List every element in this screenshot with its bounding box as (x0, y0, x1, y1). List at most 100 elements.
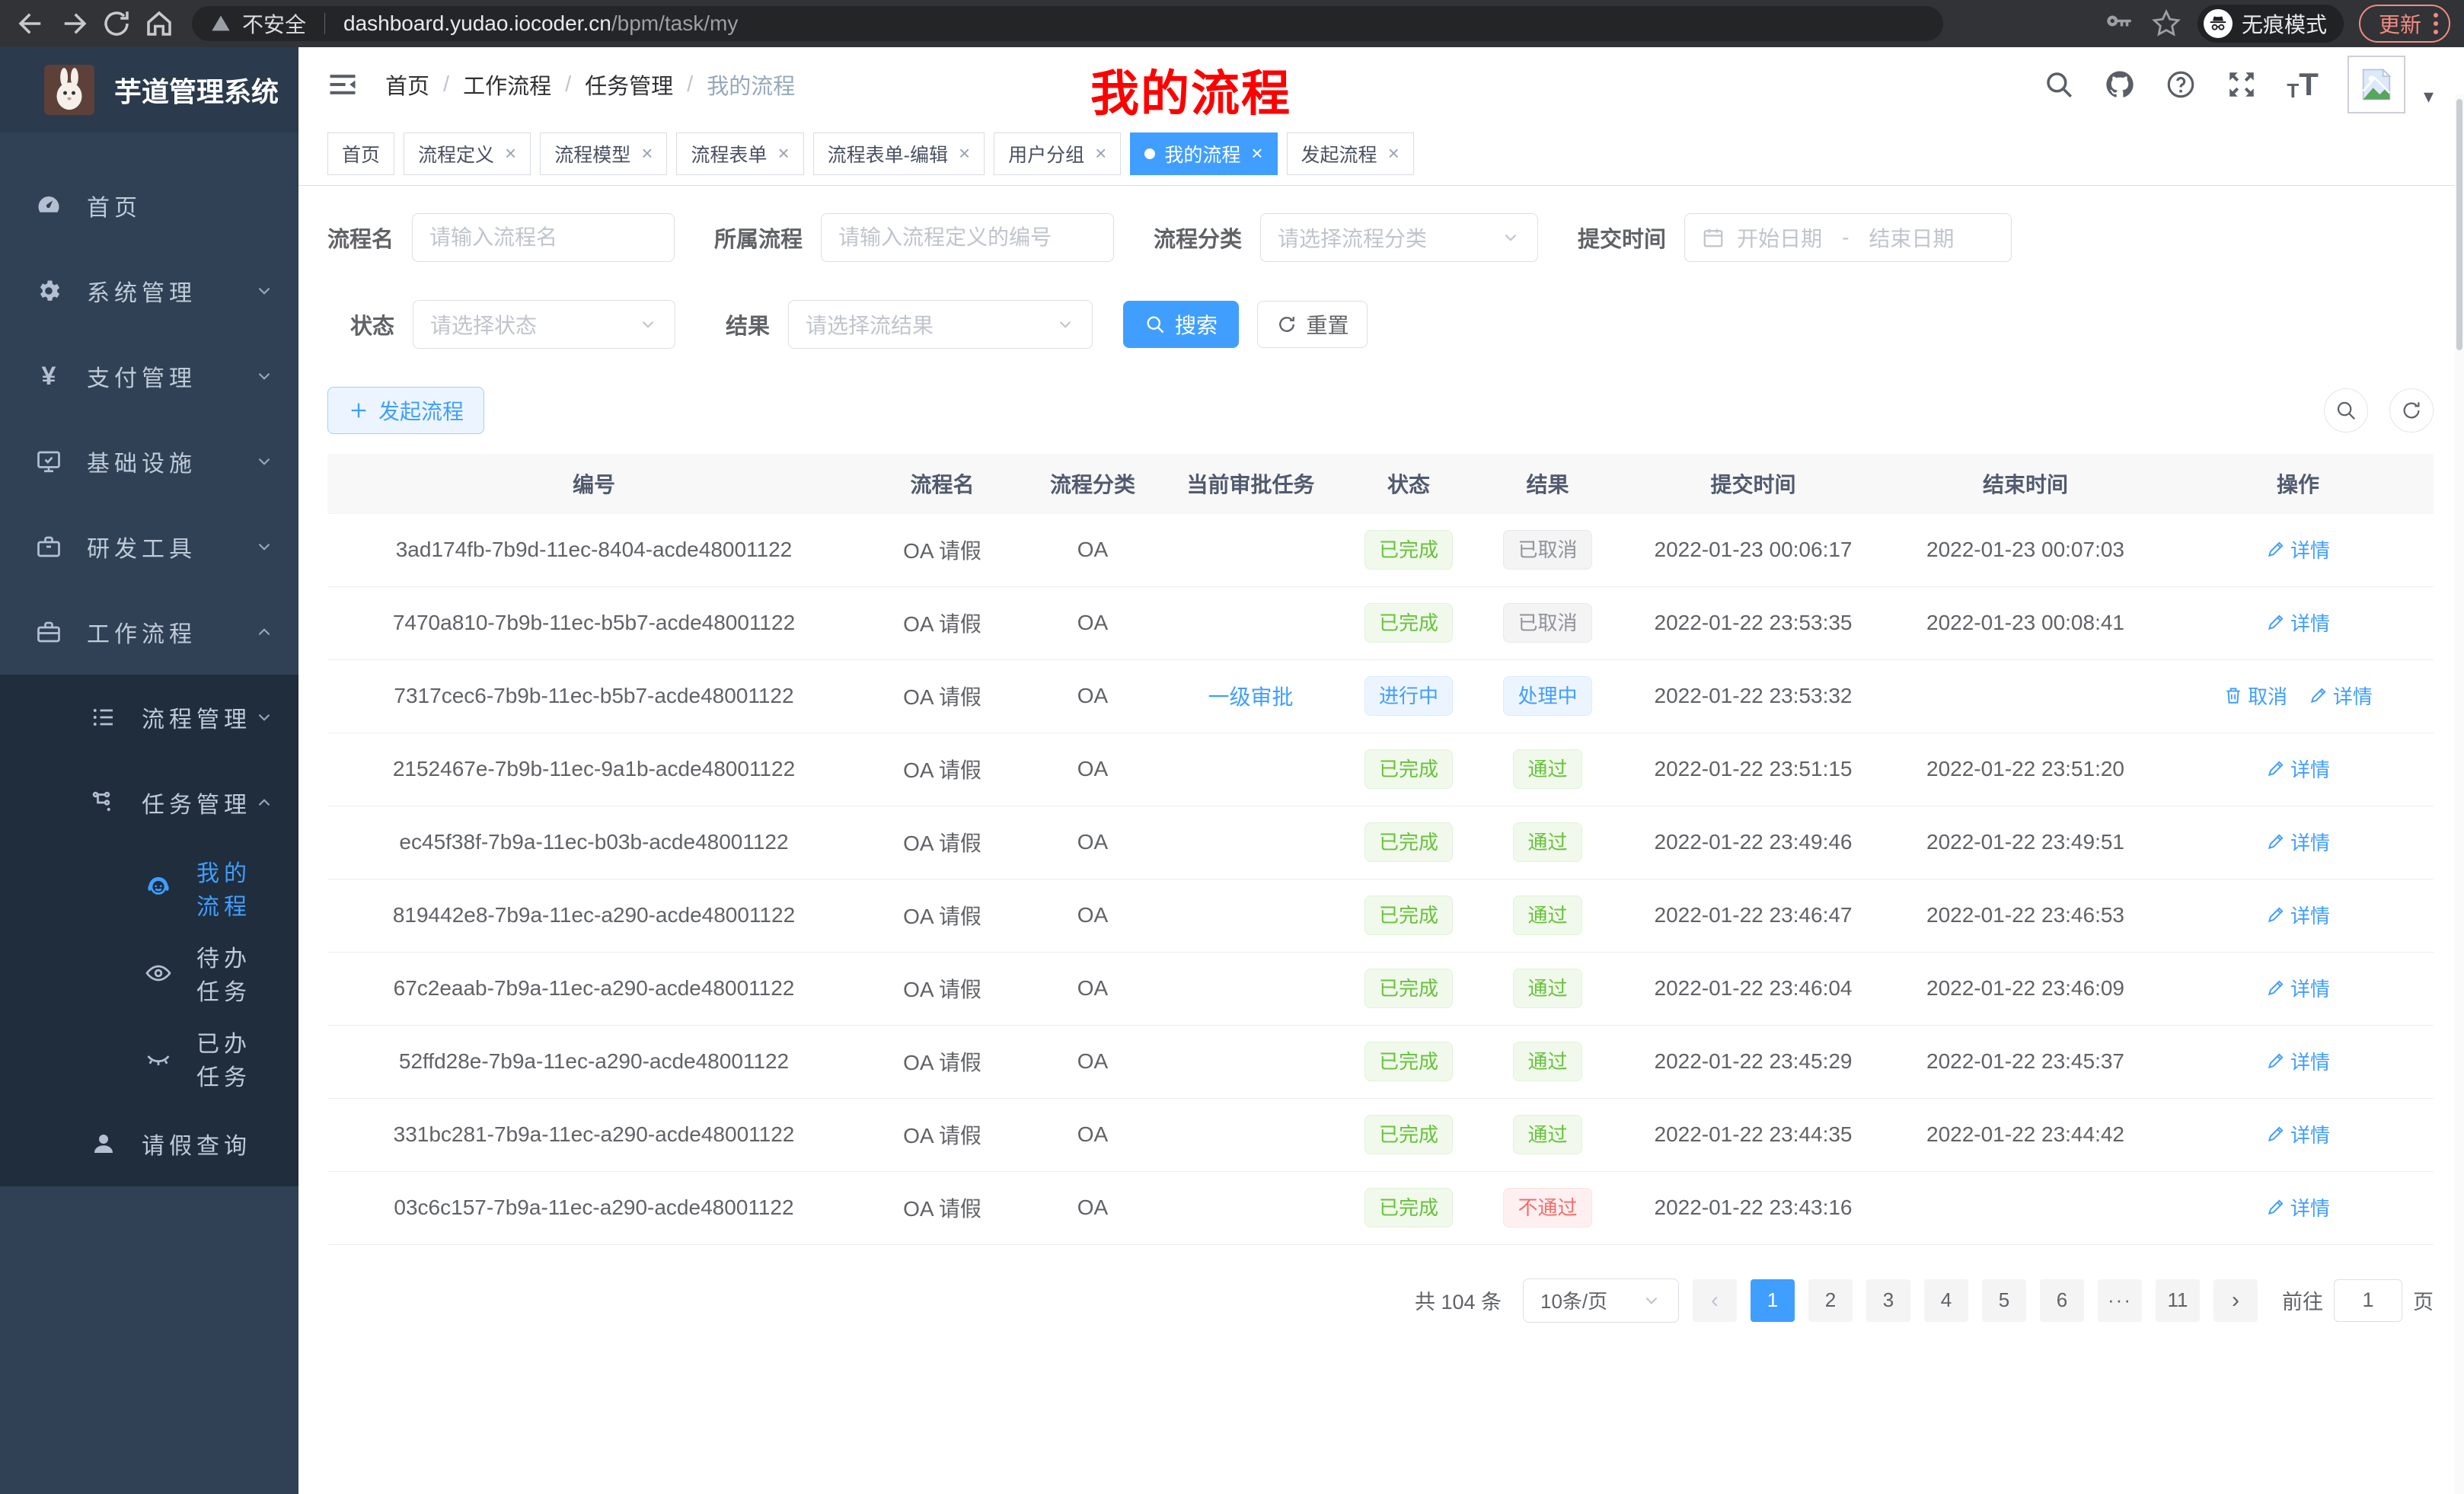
view-tab[interactable]: 流程表单 × (676, 132, 803, 175)
breadcrumb-home[interactable]: 首页 (385, 69, 429, 101)
help-icon[interactable] (2165, 69, 2197, 101)
browser-reload-button[interactable] (99, 6, 134, 41)
fullscreen-icon[interactable] (2226, 69, 2258, 101)
sidebar-item-workflow[interactable]: 工作流程 (0, 589, 298, 675)
sidebar-item-label: 我的流程 (196, 854, 274, 921)
sidebar-item-todo-tasks[interactable]: 待办任务 (0, 931, 298, 1016)
result-badge: 通过 (1513, 1115, 1581, 1154)
page-number-button[interactable]: 2 (1808, 1279, 1853, 1322)
browser-forward-button[interactable] (56, 6, 91, 41)
detail-action-link[interactable]: 详情 (2309, 682, 2373, 710)
table-column-header: 提交时间 (1618, 454, 1888, 513)
view-tab[interactable]: 我的流程 × (1130, 132, 1277, 175)
detail-action-link[interactable]: 详情 (2266, 1047, 2330, 1075)
detail-action-link[interactable]: 详情 (2266, 901, 2330, 929)
submit-time-range[interactable]: 开始日期 - 结束日期 (1684, 213, 2012, 262)
font-size-icon[interactable]: TT (2287, 66, 2319, 103)
process-name-input-wrap (412, 213, 675, 262)
detail-action-link[interactable]: 详情 (2266, 828, 2330, 856)
avatar[interactable] (2348, 56, 2405, 113)
view-tab[interactable]: 首页 × (327, 132, 394, 175)
tab-close-icon[interactable]: × (777, 142, 789, 165)
sidebar-item-payment[interactable]: ¥ 支付管理 (0, 334, 298, 419)
goto-page-input[interactable] (2334, 1279, 2402, 1322)
view-tab[interactable]: 流程定义 × (404, 132, 531, 175)
sidebar-item-my-process[interactable]: 我的流程 (0, 845, 298, 931)
avatar-caret-icon[interactable]: ▾ (2424, 85, 2434, 108)
table-row: 819442e8-7b9a-11ec-a290-acde48001122 OA … (327, 879, 2434, 952)
bookmark-star-icon[interactable] (2150, 8, 2182, 40)
page-size-select[interactable]: 10条/页 (1523, 1279, 1679, 1323)
detail-action-link[interactable]: 详情 (2266, 535, 2330, 563)
range-separator: - (1842, 225, 1849, 250)
process-def-input[interactable] (838, 225, 1096, 250)
result-select[interactable]: 请选择流结果 (788, 300, 1093, 349)
page-number-button[interactable]: 4 (1924, 1279, 1968, 1322)
sidebar-item-process-mgmt[interactable]: 流程管理 (0, 675, 298, 760)
tab-close-icon[interactable]: × (505, 142, 516, 165)
view-tab[interactable]: 用户分组 × (994, 132, 1121, 175)
process-id-cell: 7317cec6-7b9b-11ec-b5b7-acde48001122 (327, 659, 860, 733)
page-number-button[interactable]: 3 (1866, 1279, 1910, 1322)
scrollbar-thumb[interactable] (2456, 99, 2462, 350)
tab-close-icon[interactable]: × (1251, 142, 1262, 165)
breadcrumb-workflow[interactable]: 工作流程 (463, 69, 551, 101)
end-time-cell: 2022-01-22 23:44:42 (1888, 1098, 2162, 1171)
detail-action-link[interactable]: 详情 (2266, 755, 2330, 783)
kebab-menu-icon[interactable] (2434, 13, 2438, 34)
tab-close-icon[interactable]: × (641, 142, 653, 165)
status-select[interactable]: 请选择状态 (413, 300, 675, 349)
browser-back-button[interactable] (14, 6, 49, 41)
tab-close-icon[interactable]: × (1388, 142, 1400, 165)
breadcrumb-task-mgmt[interactable]: 任务管理 (585, 69, 673, 101)
page-number-button[interactable]: 6 (2040, 1279, 2084, 1322)
page-number-button[interactable]: 5 (1982, 1279, 2026, 1322)
sidebar-collapse-icon[interactable] (326, 68, 359, 101)
current-task-link[interactable]: 一级审批 (1208, 685, 1293, 709)
sidebar-item-done-tasks[interactable]: 已办任务 (0, 1016, 298, 1101)
sidebar-item-leave-query[interactable]: 请假查询 (0, 1101, 298, 1186)
search-button[interactable]: 搜索 (1123, 301, 1239, 348)
sidebar-item-devtools[interactable]: 研发工具 (0, 504, 298, 589)
toggle-search-button[interactable] (2324, 388, 2368, 433)
view-tab[interactable]: 流程表单-编辑 × (813, 132, 985, 175)
result-badge: 已取消 (1503, 603, 1591, 643)
page-number-button[interactable]: 11 (2156, 1279, 2200, 1322)
tab-close-icon[interactable]: × (959, 142, 970, 165)
page-size-value: 10条/页 (1540, 1286, 1607, 1314)
actions-cell: 取消 详情 (2162, 659, 2434, 733)
browser-home-button[interactable] (142, 6, 177, 41)
create-process-button[interactable]: 发起流程 (327, 387, 484, 434)
logo-row[interactable]: 芋道管理系统 (0, 47, 298, 132)
github-icon[interactable] (2104, 69, 2136, 101)
start-date-placeholder[interactable]: 开始日期 (1737, 222, 1822, 253)
view-tab[interactable]: 流程模型 × (540, 132, 667, 175)
sidebar-item-infra[interactable]: 基础设施 (0, 419, 298, 504)
prev-page-button[interactable]: ‹ (1693, 1279, 1737, 1322)
sidebar-item-task-mgmt[interactable]: 任务管理 (0, 760, 298, 845)
detail-action-link[interactable]: 详情 (2266, 1120, 2330, 1148)
detail-action-link[interactable]: 详情 (2266, 974, 2330, 1002)
search-icon[interactable] (2043, 69, 2075, 101)
sidebar-item-home[interactable]: 首页 (0, 163, 298, 248)
cancel-action-link[interactable]: 取消 (2223, 682, 2287, 710)
status-badge: 已完成 (1364, 530, 1453, 570)
page-number-button[interactable]: 1 (1751, 1279, 1795, 1322)
browser-update-button[interactable]: 更新 (2359, 5, 2450, 43)
password-key-icon[interactable] (2103, 8, 2135, 40)
end-date-placeholder[interactable]: 结束日期 (1869, 222, 1954, 253)
process-name-input[interactable] (429, 225, 657, 250)
refresh-table-button[interactable] (2389, 388, 2434, 433)
address-bar[interactable]: 不安全 dashboard.yudao.iocoder.cn/bpm/task/… (192, 6, 1943, 41)
edit-pencil-icon (2266, 978, 2286, 998)
sidebar-item-system[interactable]: 系统管理 (0, 248, 298, 334)
next-page-button[interactable]: › (2213, 1279, 2258, 1322)
detail-action-link[interactable]: 详情 (2266, 608, 2330, 637)
reset-button[interactable]: 重置 (1257, 301, 1368, 348)
page-scrollbar[interactable] (2455, 94, 2464, 1494)
page-number-button[interactable]: ··· (2098, 1279, 2142, 1322)
category-select[interactable]: 请选择流程分类 (1260, 213, 1538, 262)
tab-close-icon[interactable]: × (1095, 142, 1106, 165)
detail-action-link[interactable]: 详情 (2266, 1193, 2330, 1221)
view-tab[interactable]: 发起流程 × (1287, 132, 1414, 175)
